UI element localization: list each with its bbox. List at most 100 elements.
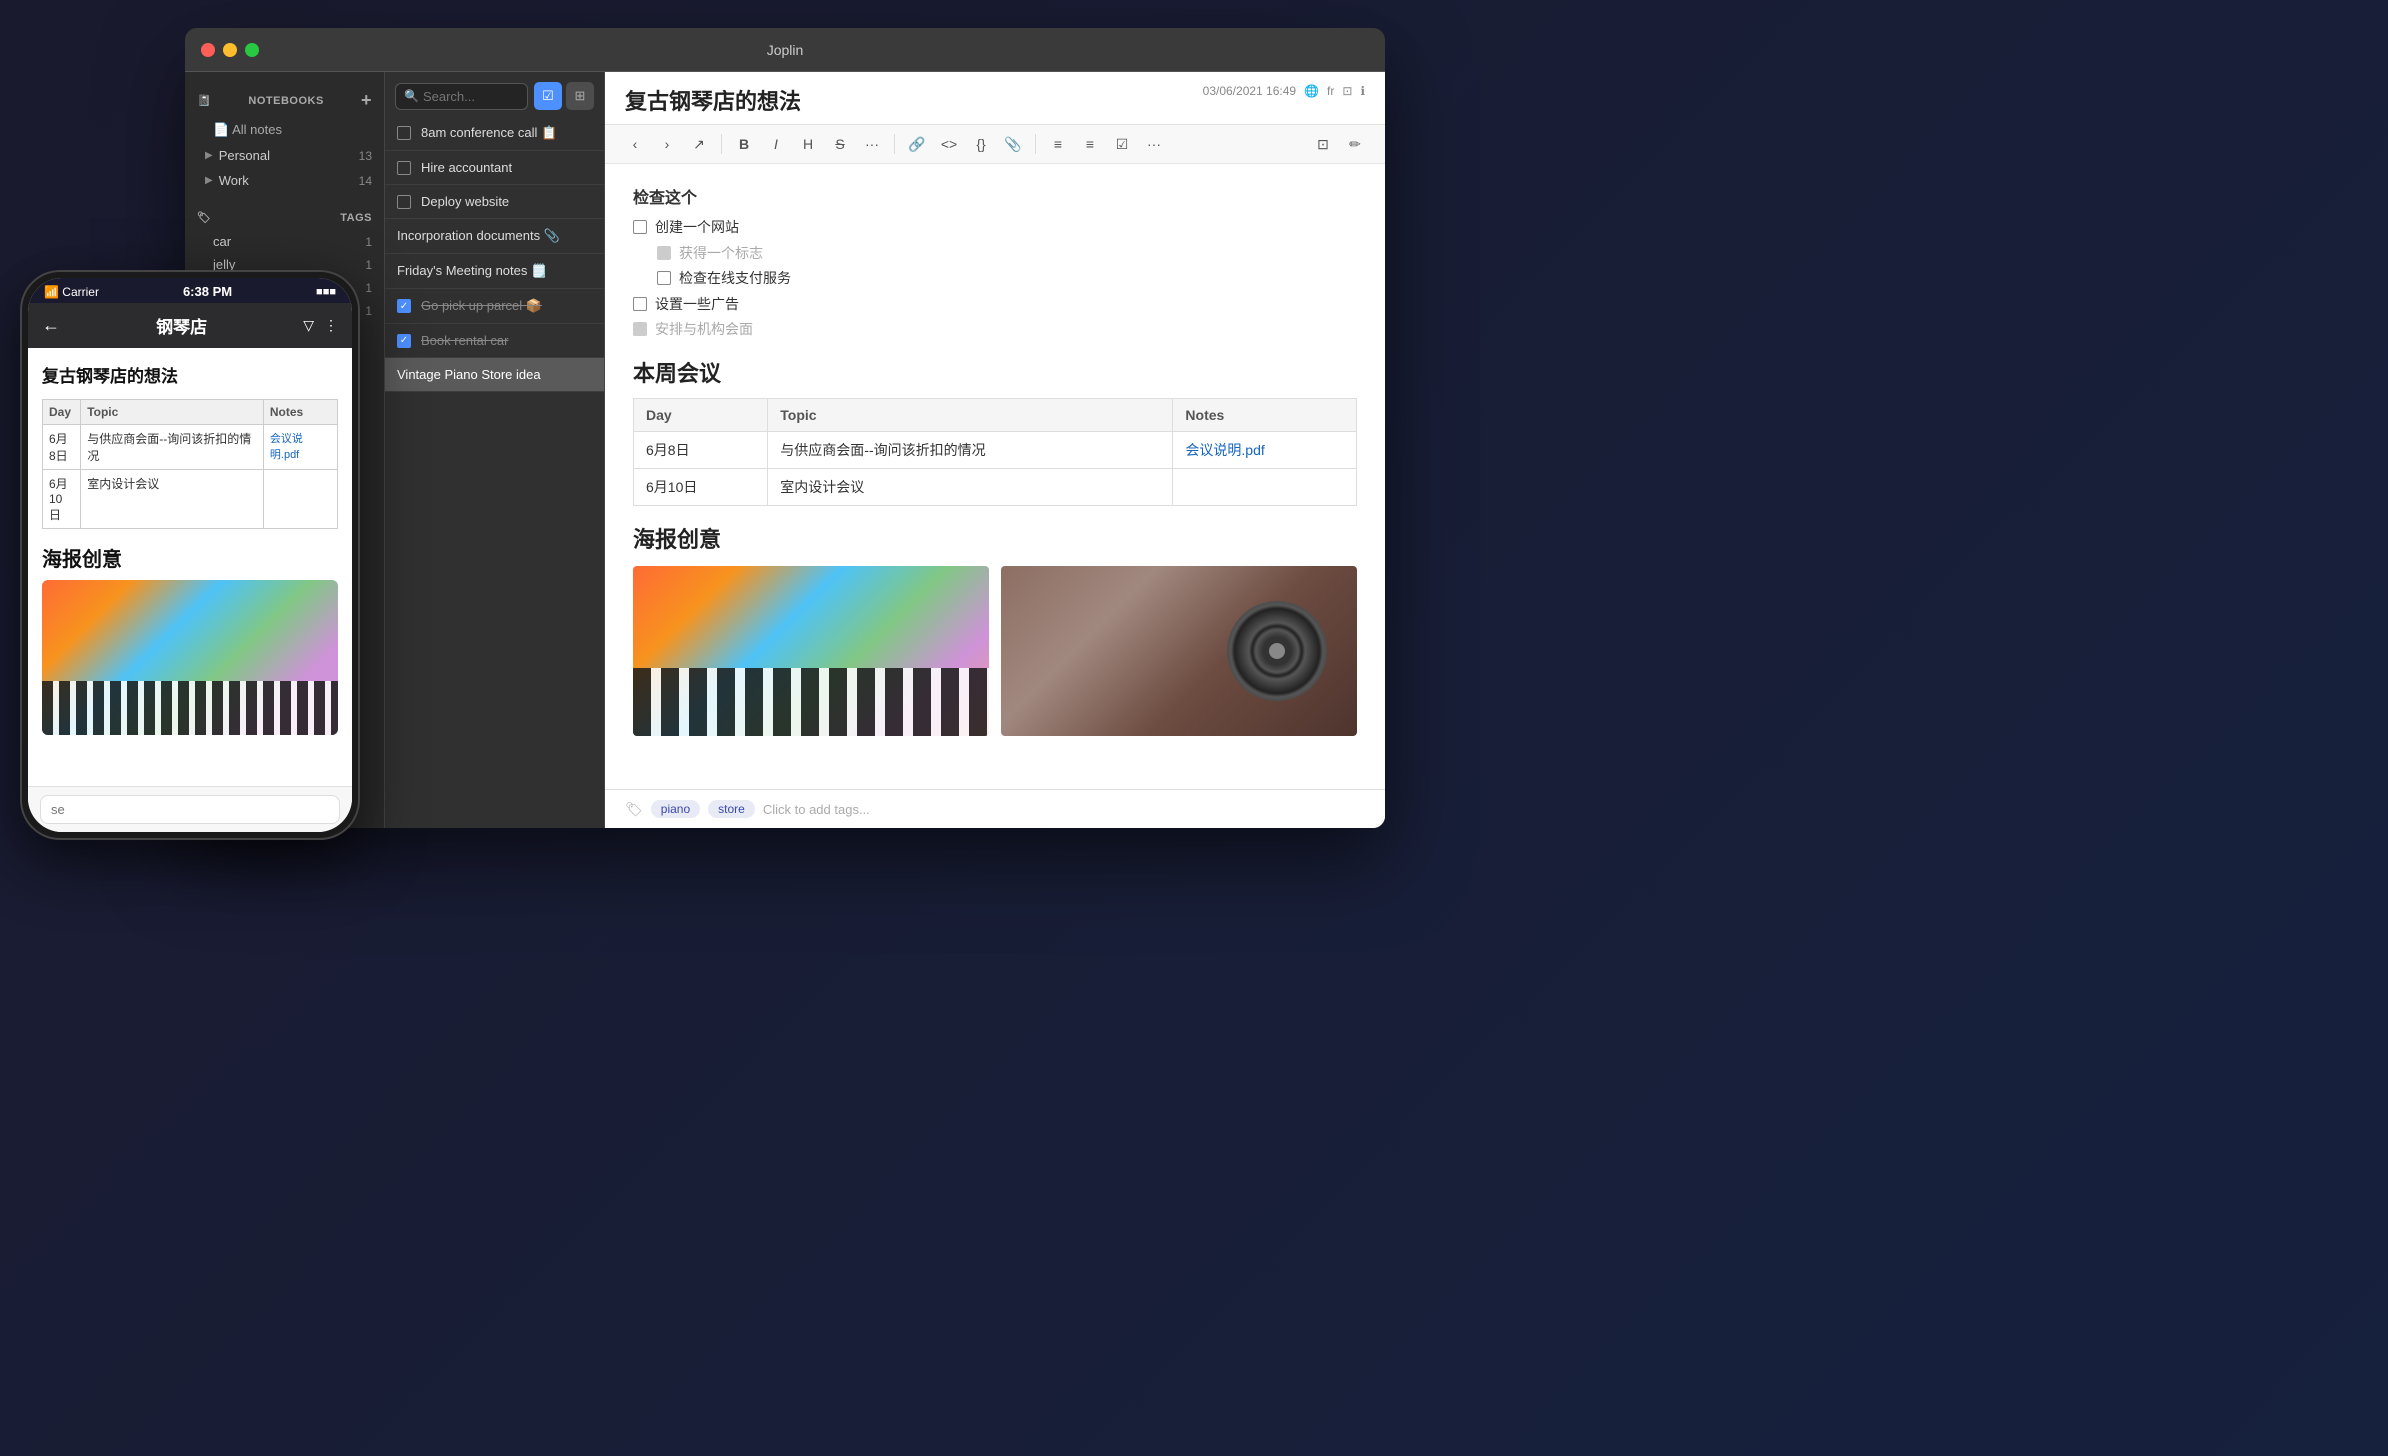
note-item-accountant[interactable]: Hire accountant (385, 151, 604, 185)
work-count: 14 (359, 174, 372, 188)
strikethrough-button[interactable]: S (826, 130, 854, 158)
battery-icon: ■■■ (316, 286, 336, 298)
checkbox-parcel[interactable]: ✓ (397, 299, 411, 313)
view-list-button[interactable]: ☑ (534, 82, 562, 110)
sidebar-item-personal[interactable]: ▶ Personal 13 (185, 143, 384, 168)
info-icon[interactable]: ℹ (1360, 84, 1365, 98)
tag-badge-piano[interactable]: piano (651, 800, 700, 818)
note-title-car: Book rental car (421, 333, 508, 348)
tag-badge-store[interactable]: store (708, 800, 755, 818)
phone-notes-link-1[interactable]: 会议说明.pdf (270, 433, 303, 461)
phone-td-day-2: 6月10日 (43, 470, 81, 529)
code-block-button[interactable]: {} (967, 130, 995, 158)
phone-more-icon[interactable]: ⋮ (324, 317, 338, 334)
inline-code-button[interactable]: <> (935, 130, 963, 158)
tag-car[interactable]: car 1 (185, 230, 384, 253)
todo-text-website: 创建一个网站 (655, 218, 739, 238)
back-button[interactable]: ‹ (621, 130, 649, 158)
phone-td-notes-2 (263, 470, 337, 529)
table-header-topic: Topic (768, 398, 1173, 431)
note-item-deploy[interactable]: Deploy website (385, 185, 604, 219)
tag-piano-count: 1 (365, 281, 372, 295)
bold-button[interactable]: B (730, 130, 758, 158)
edit-button[interactable]: ✏ (1341, 130, 1369, 158)
search-bar: 🔍 ☑ ⊞ (385, 72, 604, 116)
table-row-2: 6月10日 室内设计会议 (634, 468, 1357, 505)
preview-button[interactable]: ⊡ (1309, 130, 1337, 158)
italic-button[interactable]: I (762, 130, 790, 158)
vinyl-record-graphic (1227, 601, 1327, 701)
editor-meta: 03/06/2021 16:49 🌐 fr ⊡ ℹ (1203, 84, 1365, 98)
list-check-button[interactable]: ☑ (1108, 130, 1136, 158)
phone-search-input[interactable] (40, 795, 340, 824)
close-button[interactable] (201, 43, 215, 57)
traffic-lights (201, 43, 259, 57)
notebooks-icon: 📓 (197, 94, 211, 107)
meeting-table: Day Topic Notes 6月8日 与供应商会面--询问该折扣的情况 会议… (633, 398, 1357, 506)
search-input[interactable] (423, 89, 519, 104)
note-item-conference[interactable]: 8am conference call 📋 (385, 116, 604, 151)
note-item-car[interactable]: ✓ Book rental car (385, 324, 604, 358)
phone-table-row-1: 6月8日 与供应商会面--询问该折扣的情况 会议说明.pdf (43, 425, 338, 470)
piano-photo (633, 566, 989, 736)
todo-checkbox-ads[interactable] (633, 297, 647, 311)
phone-nav-title: 钢琴店 (72, 313, 291, 338)
table-cell-day-2: 6月10日 (634, 468, 768, 505)
checkbox-conference[interactable] (397, 126, 411, 140)
tag-add-button[interactable]: Click to add tags... (763, 802, 870, 817)
toolbar-separator-1 (721, 134, 722, 154)
list-ul-button[interactable]: ≡ (1044, 130, 1072, 158)
more-format-button[interactable]: ··· (858, 130, 886, 158)
app-title: Joplin (767, 42, 804, 58)
search-icon: 🔍 (404, 89, 419, 103)
phone-time: 6:38 PM (183, 284, 232, 299)
sidebar-item-work[interactable]: ▶ Work 14 (185, 168, 384, 193)
forward-button[interactable]: › (653, 130, 681, 158)
checkbox-deploy[interactable] (397, 195, 411, 209)
phone-back-button[interactable]: ← (42, 315, 60, 336)
minimize-button[interactable] (223, 43, 237, 57)
search-input-wrapper[interactable]: 🔍 (395, 83, 528, 110)
lang-label: fr (1327, 84, 1334, 98)
export-button[interactable]: ↗ (685, 130, 713, 158)
todo-checkbox-website[interactable] (633, 220, 647, 234)
note-item-piano-store[interactable]: Vintage Piano Store idea (385, 358, 604, 392)
list-ol-button[interactable]: ≡ (1076, 130, 1104, 158)
vinyl-photo (1001, 566, 1357, 736)
phone-bottom-bar (28, 786, 352, 832)
phone-filter-icon[interactable]: ▽ (303, 317, 314, 334)
add-notebook-button[interactable]: + (361, 90, 372, 111)
tags-icon: 🏷 (197, 211, 211, 224)
more-insert-button[interactable]: ··· (1140, 130, 1168, 158)
view-grid-button[interactable]: ⊞ (566, 82, 594, 110)
mobile-phone: 📶 Carrier 6:38 PM ■■■ ← 钢琴店 ▽ ⋮ 复古钢琴店的想法… (20, 270, 360, 840)
note-item-parcel[interactable]: ✓ Go pick up parcel 📦 (385, 289, 604, 324)
highlight-button[interactable]: H (794, 130, 822, 158)
todo-checkbox-meeting[interactable] (633, 322, 647, 336)
table-header-notes: Notes (1173, 398, 1357, 431)
table-cell-topic-1: 与供应商会面--询问该折扣的情况 (768, 431, 1173, 468)
link-button[interactable]: 🔗 (903, 130, 931, 158)
table-cell-notes-2 (1173, 468, 1357, 505)
window-titlebar: Joplin (185, 28, 1385, 72)
todo-text-meeting: 安排与机构会面 (655, 320, 753, 340)
attach-button[interactable]: 📎 (999, 130, 1027, 158)
table-cell-topic-2: 室内设计会议 (768, 468, 1173, 505)
todo-checkbox-logo[interactable] (657, 246, 671, 260)
checkbox-car[interactable]: ✓ (397, 334, 411, 348)
sidebar-item-all-notes[interactable]: 📄 All notes (185, 117, 384, 143)
note-title-friday: Friday's Meeting notes 🗒️ (397, 263, 547, 278)
checkbox-accountant[interactable] (397, 161, 411, 175)
phone-piano-image (42, 580, 338, 735)
tag-car-label: car (213, 234, 231, 249)
todo-checkbox-payment[interactable] (657, 271, 671, 285)
note-item-incorporation[interactable]: Incorporation documents 📎 (385, 219, 604, 254)
note-item-friday[interactable]: Friday's Meeting notes 🗒️ (385, 254, 604, 289)
maximize-button[interactable] (245, 43, 259, 57)
toolbar-separator-3 (1035, 134, 1036, 154)
carrier-label: 📶 Carrier (44, 285, 99, 299)
note-title-incorporation: Incorporation documents 📎 (397, 228, 560, 243)
tags-label: TAGS (340, 212, 372, 224)
phone-th-day: Day (43, 400, 81, 425)
notes-link-1[interactable]: 会议说明.pdf (1185, 442, 1264, 458)
